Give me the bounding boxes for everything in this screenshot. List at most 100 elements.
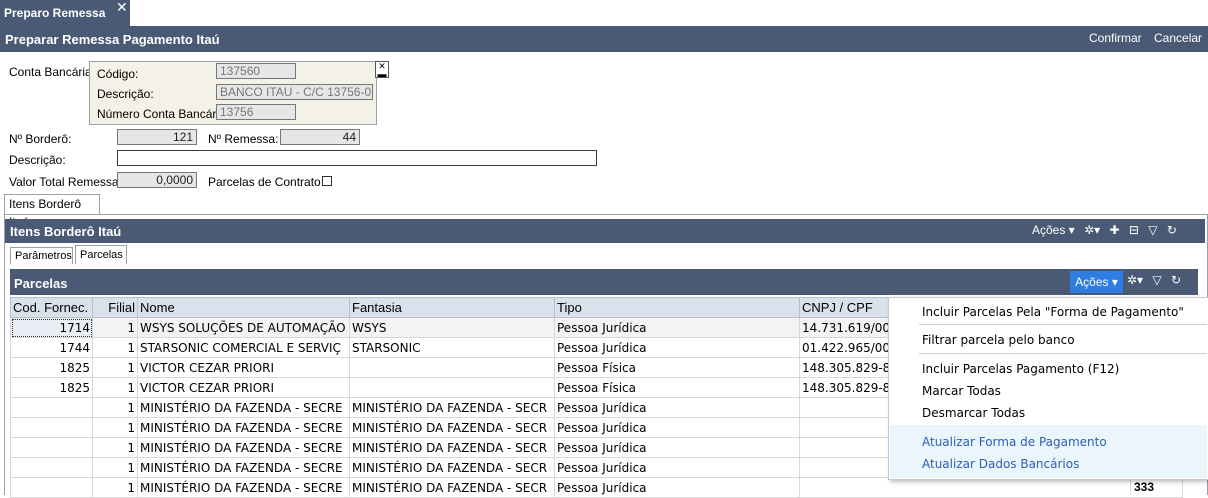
confirm-button[interactable]: Confirmar — [1089, 31, 1142, 45]
refresh-icon[interactable]: ↻ — [1167, 223, 1177, 237]
table-cell — [349, 377, 555, 398]
itens-acoes-button[interactable]: Ações ▾ — [1032, 223, 1075, 237]
bordero-label: Nº Borderô: — [9, 132, 72, 146]
tab-parcelas[interactable]: Parcelas — [75, 245, 127, 264]
codigo-field[interactable]: 137560 — [216, 63, 296, 79]
table-cell: Pessoa Jurídica — [554, 417, 800, 438]
gear-icon[interactable]: ✲▾ — [1084, 223, 1100, 237]
table-cell: MINISTÉRIO DA FAZENDA - SECR — [349, 457, 555, 478]
tab-preparo-remessa[interactable]: Preparo Remessa ✕ — [0, 0, 130, 26]
remessa-label: Nº Remessa: — [208, 132, 279, 146]
tab-parametros[interactable]: Parâmetros — [10, 247, 73, 264]
cancel-button[interactable]: Cancelar — [1154, 31, 1202, 45]
table-cell — [10, 437, 93, 458]
tab-label: Preparo Remessa — [4, 6, 106, 20]
menu-item-incluir-forma[interactable]: Incluir Parcelas Pela "Forma de Pagament… — [922, 305, 1184, 319]
descricao-conta-field[interactable]: BANCO ITAU - C/C 13756-0 — [216, 84, 373, 100]
table-cell: Pessoa Física — [554, 377, 800, 398]
descricao-remessa-input[interactable] — [117, 150, 597, 166]
export-icon[interactable]: ⊟ — [1129, 223, 1139, 237]
table-row[interactable]: 1 MINISTÉRIO DA FAZENDA - SECRE MINISTÉRIO… — [10, 477, 1183, 498]
menu-item-atualizar-dados[interactable]: Atualizar Dados Bancários — [922, 457, 1079, 471]
bordero-field[interactable]: 121 — [117, 129, 197, 145]
numero-conta-field[interactable]: 13756 — [216, 104, 296, 120]
table-cell — [10, 417, 93, 438]
itens-title: Itens Borderô Itaú — [10, 224, 122, 239]
remessa-field[interactable]: 44 — [280, 129, 360, 145]
refresh-icon[interactable]: ↻ — [1171, 273, 1181, 287]
table-cell: 1 — [92, 417, 138, 438]
table-cell — [10, 477, 93, 498]
extra-cell-value: 333 — [1130, 480, 1184, 494]
close-icon[interactable]: ✕ — [116, 0, 128, 16]
table-cell: Pessoa Jurídica — [554, 317, 800, 338]
table-cell: Pessoa Física — [554, 357, 800, 378]
itens-toolbar: Ações ▾ ✲▾ ✚ ⊟ ▽ ↻ — [1032, 223, 1177, 237]
valor-total-label: Valor Total Remessa: — [9, 175, 122, 189]
table-cell: MINISTÉRIO DA FAZENDA - SECR — [349, 477, 555, 498]
table-cell: 1 — [92, 317, 138, 338]
menu-item-incluir-f12[interactable]: Incluir Parcelas Pagamento (F12) — [922, 362, 1119, 376]
table-cell: 1 — [92, 377, 138, 398]
column-header[interactable]: Fantasia — [349, 297, 555, 318]
table-cell — [799, 477, 1183, 498]
column-header[interactable]: Tipo — [554, 297, 800, 318]
table-cell: 1 — [92, 357, 138, 378]
itens-header: Itens Borderô Itaú Ações ▾ ✲▾ ✚ ⊟ ▽ ↻ — [5, 219, 1205, 243]
menu-item-marcar-todas[interactable]: Marcar Todas — [922, 384, 1001, 398]
table-cell: MINISTÉRIO DA FAZENDA - SECRE — [137, 417, 350, 438]
table-cell: STARSONIC — [349, 337, 555, 358]
page-title: Preparar Remessa Pagamento Itaú — [5, 32, 220, 47]
table-cell: Pessoa Jurídica — [554, 397, 800, 418]
table-cell: MINISTÉRIO DA FAZENDA - SECR — [349, 437, 555, 458]
table-cell: VICTOR CEZAR PRIORI — [137, 357, 350, 378]
table-cell: Pessoa Jurídica — [554, 337, 800, 358]
tab-itens-bordero[interactable]: Itens Borderô Itaú — [4, 194, 100, 229]
menu-item-atualizar-forma[interactable]: Atualizar Forma de Pagamento — [922, 435, 1107, 449]
column-header[interactable]: Cod. Fornec. — [10, 297, 93, 318]
menu-item-filtrar-banco[interactable]: Filtrar parcela pelo banco — [922, 333, 1075, 347]
column-header[interactable]: Filial — [92, 297, 138, 318]
filter-icon[interactable]: ▽ — [1152, 273, 1161, 287]
table-cell: MINISTÉRIO DA FAZENDA - SECRE — [137, 437, 350, 458]
table-cell: 1 — [92, 437, 138, 458]
add-icon[interactable]: ✚ — [1109, 223, 1119, 237]
gear-icon[interactable]: ✲▾ — [1127, 273, 1143, 287]
table-cell: 1744 — [10, 337, 93, 358]
table-cell: WSYS SOLUÇÕES DE AUTOMAÇÃO — [137, 317, 350, 338]
column-header[interactable]: Nome — [137, 297, 350, 318]
table-cell: 1 — [92, 397, 138, 418]
table-cell: Pessoa Jurídica — [554, 437, 800, 458]
table-cell: 1714 — [10, 317, 93, 338]
table-cell: MINISTÉRIO DA FAZENDA - SECRE — [137, 457, 350, 478]
numero-conta-label: Número Conta Bancária: — [97, 107, 230, 121]
acoes-menu: Incluir Parcelas Pela "Forma de Pagament… — [888, 297, 1208, 480]
parcelas-toolbar: ✲▾ ▽ ↻ — [1121, 273, 1181, 287]
descricao-label: Descrição: — [97, 87, 154, 101]
tab-strip — [0, 0, 1208, 27]
table-cell — [349, 357, 555, 378]
menu-item-desmarcar-todas[interactable]: Desmarcar Todas — [922, 406, 1025, 420]
filter-icon[interactable]: ▽ — [1148, 223, 1157, 237]
parcelas-title: Parcelas — [14, 276, 68, 291]
codigo-label: Código: — [97, 67, 139, 81]
menu-separator — [919, 353, 1207, 354]
table-cell: VICTOR CEZAR PRIORI — [137, 377, 350, 398]
parcelas-acoes-button[interactable]: Ações ▾ — [1070, 271, 1123, 293]
table-cell — [10, 397, 93, 418]
parcelas-header: Parcelas Ações ▾ ✲▾ ▽ ↻ — [10, 269, 1198, 295]
table-cell: MINISTÉRIO DA FAZENDA - SECR — [349, 397, 555, 418]
table-cell: 1 — [92, 477, 138, 498]
table-cell: 1825 — [10, 357, 93, 378]
lookup-icon[interactable]: ✕ ▬ — [375, 61, 389, 79]
table-cell: STARSONIC COMERCIAL E SERVIÇ — [137, 337, 350, 358]
table-cell: 1825 — [10, 377, 93, 398]
table-cell: 1 — [92, 457, 138, 478]
table-cell: MINISTÉRIO DA FAZENDA - SECR — [349, 417, 555, 438]
descricao-remessa-label: Descrição: — [9, 153, 66, 167]
valor-total-field[interactable]: 0,0000 — [117, 172, 197, 188]
contrato-label: Parcelas de Contrato: — [208, 175, 325, 189]
table-cell — [10, 457, 93, 478]
contrato-checkbox[interactable] — [322, 176, 332, 186]
page-header: Preparar Remessa Pagamento Itaú Confirma… — [0, 26, 1208, 52]
